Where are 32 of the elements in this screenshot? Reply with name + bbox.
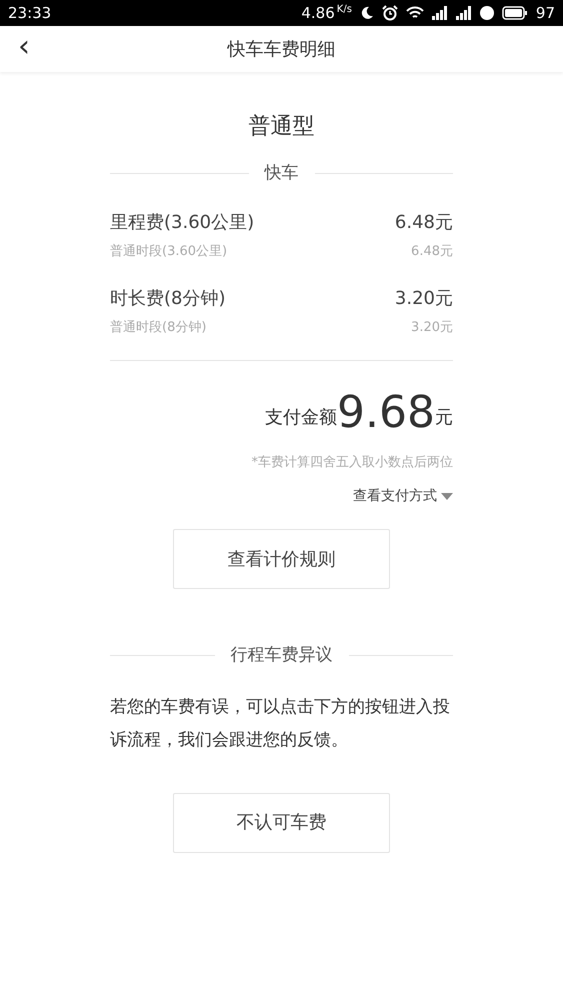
network-speed: 4.86 bbox=[301, 2, 335, 24]
fee-detail-amount: 3.20元 bbox=[411, 319, 453, 337]
section-heading: 快车 bbox=[264, 162, 298, 185]
dispute-text: 若您的车费有误，可以点击下方的按钮进入投诉流程，我们会跟进您的反馈。 bbox=[110, 696, 451, 752]
battery-icon bbox=[502, 6, 528, 20]
fee-detail: 普通时段(8分钟) bbox=[110, 318, 206, 337]
alarm-icon bbox=[382, 5, 398, 21]
payment-method-link[interactable]: 查看支付方式 bbox=[353, 486, 453, 507]
fee-name: 时长费(8分钟) bbox=[110, 287, 226, 311]
moon-icon bbox=[360, 6, 374, 20]
total-amount: 9.68 bbox=[337, 390, 435, 434]
currency-unit: 元 bbox=[435, 406, 453, 430]
signal-icon bbox=[432, 6, 448, 20]
page-title: 快车车费明细 bbox=[228, 38, 336, 62]
pricing-rules-button[interactable]: 查看计价规则 bbox=[173, 529, 390, 589]
fee-name: 里程费(3.60公里) bbox=[110, 210, 254, 234]
rounding-note: *车费计算四舍五入取小数点后两位 bbox=[250, 454, 453, 472]
caret-icon bbox=[441, 493, 453, 500]
clock: 23:33 bbox=[8, 2, 52, 24]
car-type-title: 普通型 bbox=[248, 113, 316, 141]
total-label: 支付金额 bbox=[265, 406, 338, 430]
dispute-fare-button[interactable]: 不认可车费 bbox=[173, 792, 390, 852]
battery-percent: 97 bbox=[536, 2, 555, 24]
fee-amount: 6.48元 bbox=[394, 210, 453, 234]
fee-detail-amount: 6.48元 bbox=[411, 242, 453, 260]
speed-unit: K/s bbox=[336, 2, 352, 17]
signal-icon bbox=[456, 6, 472, 20]
section-heading: 行程车费异议 bbox=[230, 644, 332, 667]
wifi-icon bbox=[406, 6, 424, 20]
fee-detail: 普通时段(3.60公里) bbox=[110, 242, 228, 260]
fee-amount: 3.20元 bbox=[394, 287, 453, 311]
back-button[interactable]: ‹ bbox=[14, 30, 34, 64]
